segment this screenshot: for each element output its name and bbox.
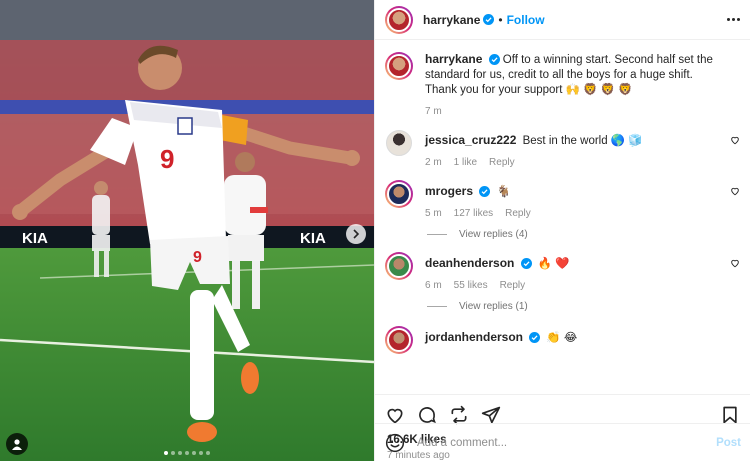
comment-composer: Add a comment... Post [375, 423, 750, 461]
view-replies-label: View replies (4) [459, 229, 528, 240]
comment-time: 5 m [425, 208, 442, 219]
comment-text: 🔥 ❤️ [537, 258, 570, 270]
like-heart-icon[interactable] [385, 405, 405, 425]
more-dot-icon [737, 18, 740, 21]
comment-likes[interactable]: 1 like [454, 157, 477, 168]
header-separator: • [498, 12, 503, 27]
comment-bubble-icon[interactable] [417, 405, 437, 425]
like-comment-icon[interactable] [730, 258, 740, 268]
reply-button[interactable]: Reply [489, 157, 515, 168]
view-replies-button[interactable]: View replies (4) [427, 229, 740, 240]
reply-button[interactable]: Reply [505, 208, 531, 219]
comment-likes[interactable]: 55 likes [454, 280, 488, 291]
replies-divider [427, 234, 447, 235]
caption: harrykane Off to a winning start. Second… [385, 52, 740, 117]
comment-item: deanhenderson 🔥 ❤️ 6 m 55 likes Reply [385, 252, 740, 291]
author-avatar[interactable] [385, 52, 413, 80]
svg-text:9: 9 [193, 249, 202, 266]
verified-badge-icon [483, 14, 495, 25]
comment-username[interactable]: jordanhenderson [425, 330, 523, 344]
like-comment-icon[interactable] [730, 135, 740, 145]
user-icon [12, 439, 22, 450]
comment-time: 2 m [425, 157, 442, 168]
author-avatar[interactable] [385, 5, 413, 34]
comment-username[interactable]: mrogers [425, 184, 473, 198]
carousel-dot [178, 451, 182, 455]
reply-button[interactable]: Reply [500, 280, 526, 291]
emoji-icon[interactable] [385, 433, 405, 453]
verified-badge-icon [529, 332, 541, 343]
comment-input[interactable]: Add a comment... [417, 437, 716, 449]
carousel-dot [199, 451, 203, 455]
board-logo-right: KIA [300, 230, 326, 247]
post-side-panel: harrykane • Follow harrykane Off to a wi… [374, 0, 750, 461]
post-comment-button[interactable]: Post [716, 437, 741, 449]
commenter-avatar[interactable] [385, 180, 413, 208]
caption-username[interactable]: harrykane [425, 52, 482, 66]
commenter-avatar[interactable] [385, 326, 413, 354]
post-photo[interactable]: KIA KIA 9 9 [0, 0, 374, 461]
comment-text: 🐐 [496, 186, 511, 198]
carousel-dot [192, 451, 196, 455]
carousel-dot [185, 451, 189, 455]
instagram-post-modal: KIA KIA 9 9 harrykane • Follow harrykane… [0, 0, 750, 461]
carousel-dot [164, 451, 168, 455]
carousel-dot [171, 451, 175, 455]
more-options-button[interactable] [727, 18, 740, 21]
board-logo-left: KIA [22, 230, 48, 247]
view-replies-label: View replies (1) [459, 301, 528, 312]
view-replies-button[interactable]: View replies (1) [427, 301, 740, 312]
carousel-dot [206, 451, 210, 455]
share-send-icon[interactable] [481, 405, 501, 425]
post-header: harrykane • Follow [375, 0, 750, 40]
comment-username[interactable]: deanhenderson [425, 256, 514, 270]
verified-badge-icon [520, 258, 532, 269]
like-comment-icon[interactable] [730, 186, 740, 196]
caption-time: 7 m [425, 106, 442, 117]
comment-username[interactable]: jessica_cruz222 [425, 133, 516, 147]
carousel-dots [0, 451, 374, 455]
comment-text: Best in the world 🌎 🧊 [522, 135, 643, 147]
author-username[interactable]: harrykane [423, 13, 480, 27]
more-dot-icon [727, 18, 730, 21]
comment-item: mrogers 🐐 5 m 127 likes Reply [385, 180, 740, 219]
replies-divider [427, 306, 447, 307]
comment-time: 6 m [425, 280, 442, 291]
comment-likes[interactable]: 127 likes [454, 208, 493, 219]
bookmark-save-icon[interactable] [720, 405, 740, 425]
comments-list[interactable]: harrykane Off to a winning start. Second… [375, 40, 750, 394]
comment-item: jordanhenderson 👏 😂 [385, 326, 740, 354]
commenter-avatar[interactable] [386, 130, 412, 156]
verified-badge-icon [488, 54, 500, 65]
svg-text:9: 9 [160, 144, 174, 174]
verified-badge-icon [479, 186, 491, 197]
carousel-next-button[interactable] [346, 224, 366, 244]
follow-button[interactable]: Follow [507, 13, 545, 27]
comment-text: 👏 😂 [546, 332, 578, 344]
commenter-avatar[interactable] [385, 252, 413, 280]
comment-item: jessica_cruz222 Best in the world 🌎 🧊 2 … [385, 129, 740, 168]
more-dot-icon [732, 18, 735, 21]
photo-scene: KIA KIA 9 9 [0, 0, 374, 461]
repost-icon[interactable] [449, 405, 469, 425]
chevron-right-icon [353, 229, 360, 239]
